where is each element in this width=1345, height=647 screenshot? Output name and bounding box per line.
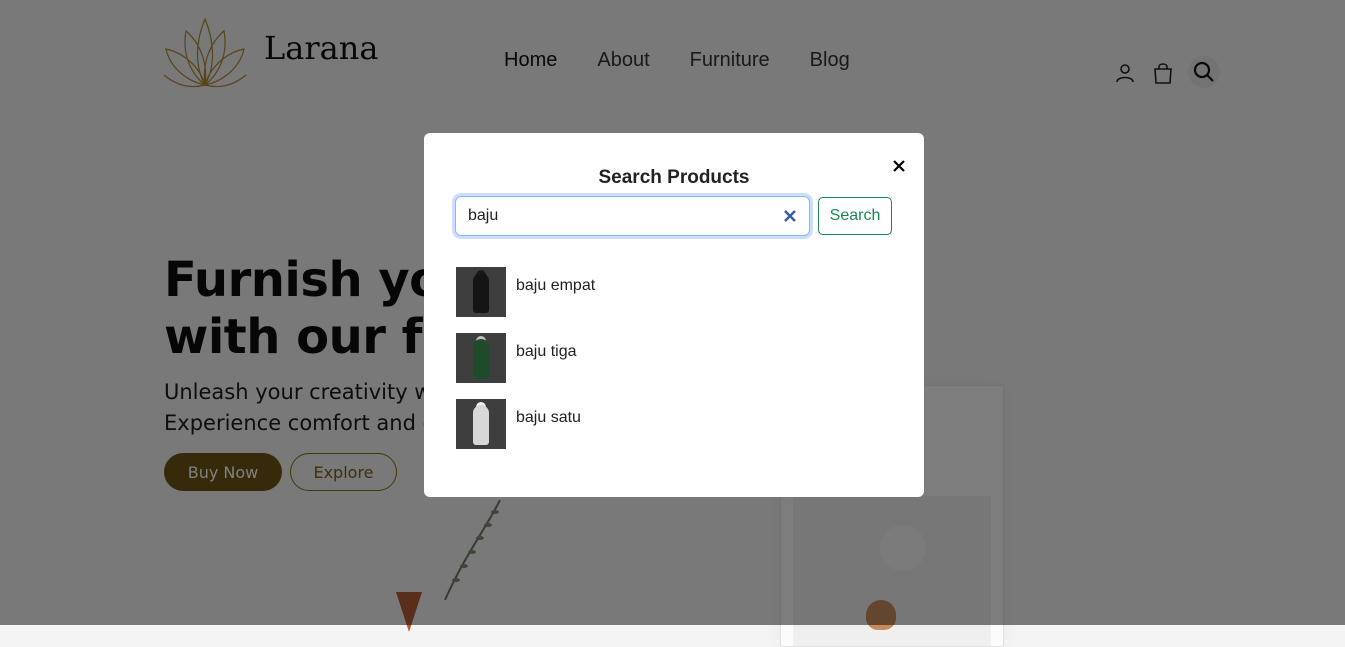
- modal-title: Search Products: [598, 167, 750, 188]
- search-field: [455, 196, 810, 236]
- product-thumbnail: [456, 399, 506, 449]
- product-thumbnail: [456, 267, 506, 317]
- close-button[interactable]: [890, 157, 908, 175]
- product-thumbnail: [456, 333, 506, 383]
- close-icon: [893, 160, 905, 172]
- result-label: baju empat: [516, 277, 596, 294]
- thumb-figure-dress: [473, 273, 489, 313]
- result-item[interactable]: baju empat: [456, 267, 892, 317]
- search-modal: Search Products Search baju empat b: [424, 133, 924, 497]
- clear-search-button[interactable]: [783, 209, 797, 223]
- clear-icon: [784, 210, 796, 222]
- thumb-figure-dress: [473, 405, 489, 445]
- result-item[interactable]: baju satu: [456, 399, 892, 449]
- result-label: baju tiga: [516, 343, 577, 360]
- thumb-figure-dress: [473, 339, 489, 379]
- result-item[interactable]: baju tiga: [456, 333, 892, 383]
- search-results: baju empat baju tiga baju satu: [456, 267, 892, 465]
- result-label: baju satu: [516, 409, 581, 426]
- search-button[interactable]: Search: [818, 197, 892, 235]
- search-input[interactable]: [468, 205, 768, 227]
